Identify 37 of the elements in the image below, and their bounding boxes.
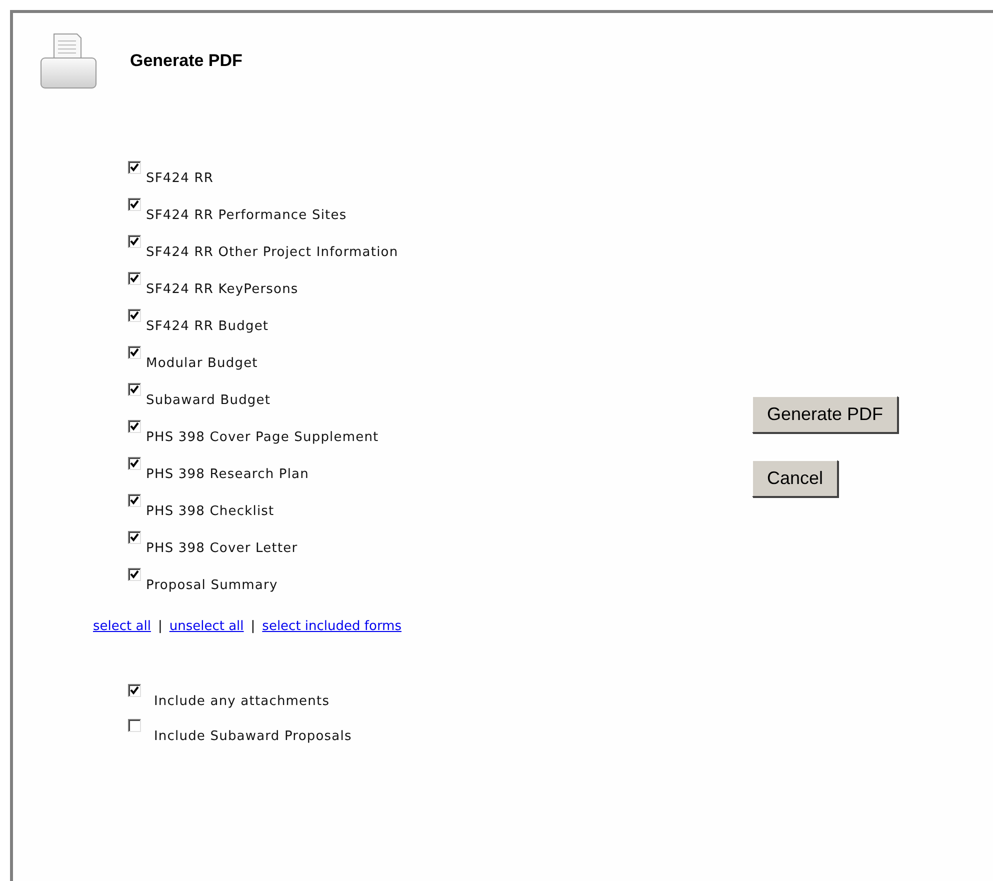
checkbox[interactable] [128,494,141,507]
form-label: PHS 398 Cover Page Supplement [146,430,379,445]
selection-link[interactable]: select all [93,619,151,634]
checkbox[interactable] [128,568,141,581]
checkbox[interactable] [128,531,141,544]
checkbox[interactable] [128,235,141,248]
form-label: PHS 398 Checklist [146,504,274,519]
checkbox[interactable] [128,420,141,433]
checkbox[interactable] [128,719,141,732]
checkbox[interactable] [128,346,141,359]
checkbox[interactable] [128,383,141,396]
checkbox[interactable] [128,161,141,174]
form-label: SF424 RR Other Project Information [146,245,398,260]
form-label: PHS 398 Cover Letter [146,541,298,556]
form-label: PHS 398 Research Plan [146,467,309,482]
form-label: Modular Budget [146,356,258,371]
form-label: Subaward Budget [146,393,271,408]
checkbox[interactable] [128,684,141,697]
form-label: Proposal Summary [146,578,278,593]
checkbox[interactable] [128,309,141,322]
link-separator: | [250,619,256,634]
page-title: Generate PDF [130,51,242,71]
printer-icon [40,33,97,89]
selection-link[interactable]: unselect all [169,619,244,634]
option-label: Include any attachments [154,694,330,709]
option-label: Include Subaward Proposals [154,729,352,744]
selection-link[interactable]: select included forms [262,619,402,634]
cancel-button[interactable]: Cancel [752,460,838,497]
checkbox[interactable] [128,198,141,211]
checkbox[interactable] [128,272,141,285]
link-separator: | [158,619,162,634]
form-label: SF424 RR KeyPersons [146,282,298,297]
form-label: SF424 RR Budget [146,319,269,334]
form-label: SF424 RR [146,171,214,186]
checkbox[interactable] [128,457,141,470]
generate-pdf-button[interactable]: Generate PDF [752,396,898,433]
form-label: SF424 RR Performance Sites [146,208,347,223]
